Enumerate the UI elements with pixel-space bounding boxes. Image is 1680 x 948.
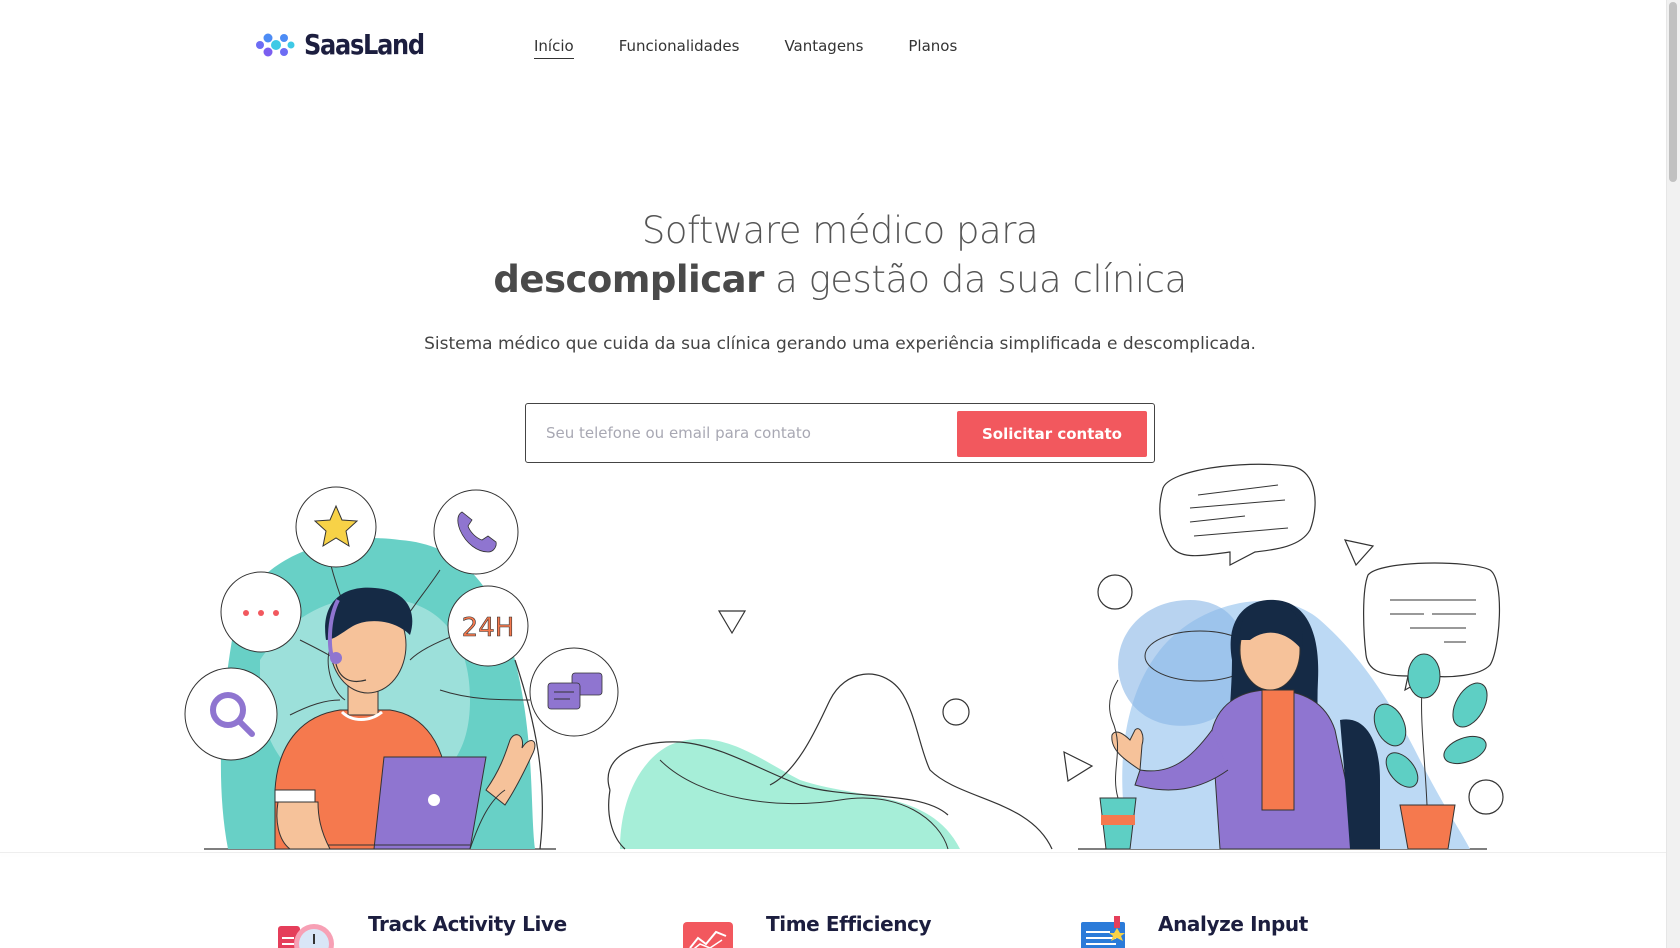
hero-title-bold: descomplicar — [493, 258, 764, 301]
contact-input[interactable] — [546, 416, 946, 450]
abstract-shapes — [607, 610, 1053, 850]
nav-item-vantagens[interactable]: Vantagens — [784, 37, 863, 59]
doctor-scene — [1063, 463, 1504, 850]
nav-item-funcionalidades[interactable]: Funcionalidades — [619, 37, 740, 59]
brand-name: SaasLand — [304, 28, 425, 61]
main-nav: Início Funcionalidades Vantagens Planos — [534, 37, 957, 59]
brand-logo[interactable]: SaasLand — [254, 28, 443, 61]
feature-title: Analyze Input — [1158, 912, 1308, 936]
feature-title: Time Efficiency — [766, 912, 932, 936]
feature-track-activity: Track Activity Live — [276, 908, 567, 948]
dots-cluster-logo-icon — [256, 33, 295, 56]
contact-form: Solicitar contato — [525, 403, 1155, 463]
support-agent-scene: 24H — [184, 486, 619, 850]
page-scrollbar[interactable] — [1666, 0, 1680, 948]
clock-report-icon — [278, 924, 334, 948]
hero-title-line2: a gestão da sua clínica — [763, 258, 1187, 301]
section-divider — [0, 852, 1666, 853]
chart-growth-icon — [683, 922, 733, 948]
feature-analyze-input: Analyze Input — [1080, 908, 1308, 948]
nav-item-inicio[interactable]: Início — [534, 37, 574, 59]
feature-title: Track Activity Live — [368, 912, 567, 936]
nav-item-planos[interactable]: Planos — [908, 37, 957, 59]
hero-title: Software médico para descomplicar a gest… — [0, 206, 1680, 304]
certificate-icon — [1081, 916, 1125, 948]
feature-time-efficiency: Time Efficiency — [682, 908, 932, 948]
hero-title-line1: Software médico para — [641, 209, 1039, 252]
scrollbar-thumb[interactable] — [1669, 2, 1677, 182]
request-contact-button[interactable]: Solicitar contato — [957, 411, 1147, 457]
24h-badge: 24H — [462, 613, 515, 643]
hero-subtitle: Sistema médico que cuida da sua clínica … — [424, 334, 1256, 354]
hero-illustration: 24H — [184, 463, 1504, 850]
